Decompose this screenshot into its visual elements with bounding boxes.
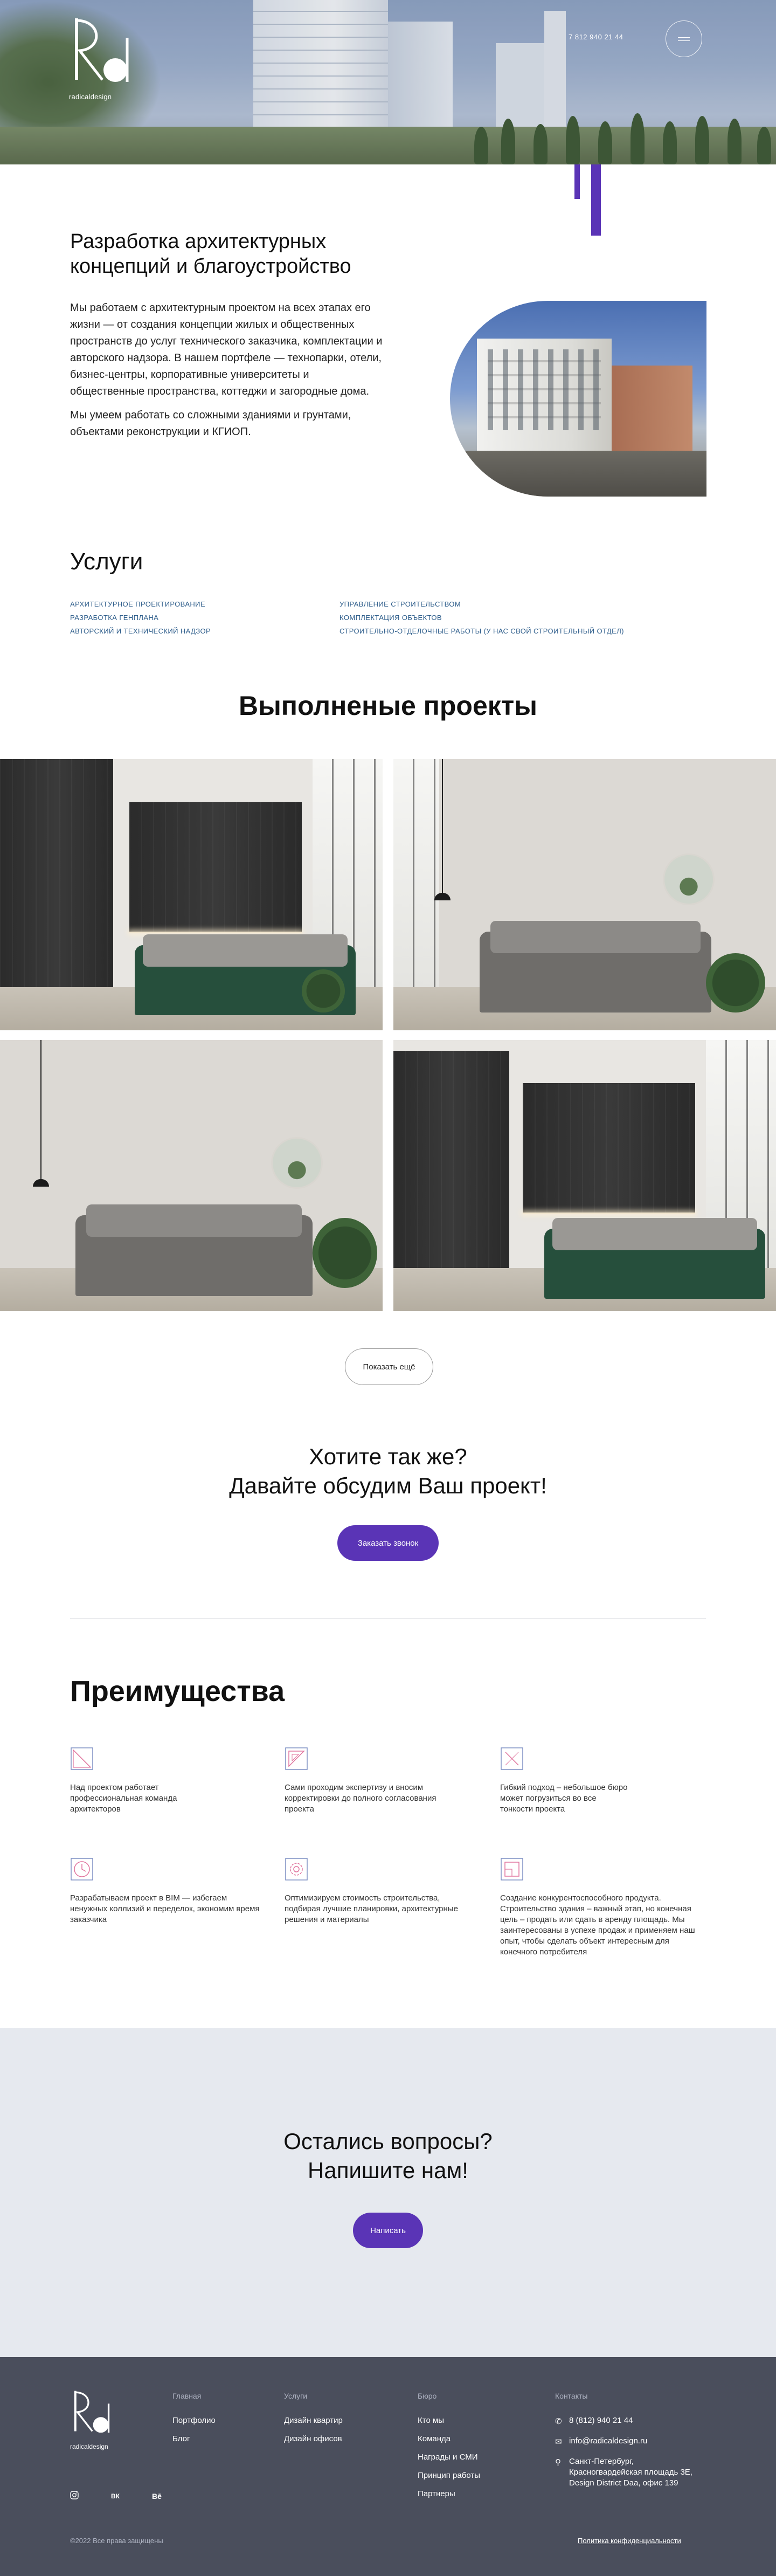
- privacy-link[interactable]: Политика конфиденциальности: [578, 2537, 681, 2545]
- footer-col-head[interactable]: Услуги: [284, 2392, 343, 2400]
- footer-link[interactable]: Дизайн квартир: [284, 2415, 343, 2426]
- instagram-icon[interactable]: [70, 2491, 79, 2501]
- mail-icon: ✉: [555, 2437, 562, 2447]
- accent-bar-small: [574, 164, 580, 199]
- questions-title: Остались вопросы? Напишите нам!: [0, 2127, 776, 2185]
- plan-icon: [500, 1857, 524, 1881]
- advantage-text: Сами проходим экспертизу и вносим коррек…: [285, 1783, 436, 1814]
- about-title-line1: Разработка архитектурных: [70, 230, 327, 253]
- services-title: Услуги: [70, 548, 143, 575]
- advantage-item: Создание конкурентоспособного продукта. …: [500, 1857, 695, 1958]
- footer-link[interactable]: Дизайн офисов: [284, 2434, 343, 2444]
- project-image[interactable]: [393, 759, 776, 1030]
- advantage-item: Над проектом работает профессиональная к…: [70, 1747, 253, 1815]
- pencil-ruler-icon: [500, 1747, 524, 1771]
- section-divider: [70, 1618, 706, 1619]
- advantages-title: Преимущества: [70, 1675, 285, 1707]
- footer-col-bureau: Бюро Кто мы Команда Награды и СМИ Принци…: [418, 2392, 480, 2507]
- footer-col-contacts: Контакты ✆ 8 (812) 940 21 44 ✉ info@radi…: [555, 2392, 711, 2497]
- advantage-text: Разрабатываем проект в BIM — избегаем не…: [70, 1893, 260, 1924]
- footer-col-head[interactable]: Бюро: [418, 2392, 480, 2400]
- show-more-button[interactable]: Показать ещё: [345, 1348, 433, 1385]
- footer: radicaldesign Главная Портфолио Блог Усл…: [0, 2357, 776, 2576]
- questions-title-line2: Напишите нам!: [308, 2158, 468, 2183]
- advantage-text: Создание конкурентоспособного продукта. …: [500, 1893, 695, 1957]
- site-logo[interactable]: radicaldesign: [69, 16, 134, 101]
- footer-link[interactable]: Портфолио: [172, 2415, 216, 2426]
- hero-banner: radicaldesign 7 812 940 21 44: [0, 0, 776, 164]
- clock-icon: [70, 1857, 94, 1881]
- footer-link[interactable]: Партнеры: [418, 2489, 480, 2499]
- menu-icon-line: [678, 37, 690, 38]
- about-title-line2: концепций и благоустройство: [70, 255, 351, 278]
- header-phone[interactable]: 7 812 940 21 44: [569, 33, 623, 41]
- cta-title-line2: Давайте обсудим Ваш проект!: [229, 1473, 547, 1498]
- footer-col-services: Услуги Дизайн квартир Дизайн офисов: [284, 2392, 343, 2452]
- about-text: Мы работаем с архитектурным проектом на …: [70, 300, 385, 440]
- service-link[interactable]: Управление строительством: [340, 600, 461, 608]
- about-building-image: [450, 301, 706, 497]
- cta-title: Хотите так же? Давайте обсудим Ваш проек…: [0, 1442, 776, 1500]
- advantage-item: Разрабатываем проект в BIM — избегаем не…: [70, 1857, 260, 1925]
- copyright: ©2022 Все права защищены: [70, 2537, 163, 2545]
- vk-icon[interactable]: ВК: [111, 2492, 120, 2500]
- footer-link[interactable]: Блог: [172, 2434, 216, 2444]
- menu-button[interactable]: [666, 20, 702, 57]
- ruler-icon: [70, 1747, 94, 1771]
- footer-logo[interactable]: radicaldesign: [70, 2389, 113, 2450]
- write-us-button[interactable]: Написать: [353, 2213, 423, 2248]
- about-paragraph: Мы умеем работать со сложными зданиями и…: [70, 409, 351, 438]
- footer-logo-text: radicaldesign: [70, 2443, 108, 2450]
- logo-mark-icon: [74, 2391, 110, 2433]
- menu-icon-line: [678, 40, 690, 41]
- service-link[interactable]: Строительно-отделочные работы (у нас сво…: [340, 627, 624, 635]
- footer-email-text: info@radicaldesign.ru: [569, 2436, 648, 2446]
- order-call-button[interactable]: Заказать звонок: [337, 1525, 439, 1561]
- logo-text: radicaldesign: [69, 93, 112, 101]
- questions-title-line1: Остались вопросы?: [283, 2129, 493, 2154]
- advantage-text: Оптимизируем стоимость строительства, по…: [285, 1893, 458, 1924]
- footer-phone-text: 8 (812) 940 21 44: [569, 2416, 633, 2425]
- logo-mark-icon: [75, 18, 129, 82]
- behance-icon[interactable]: Bē: [152, 2492, 162, 2501]
- accent-bar-large: [591, 164, 601, 236]
- footer-email[interactable]: ✉ info@radicaldesign.ru: [555, 2436, 711, 2448]
- service-link[interactable]: Авторский и технический надзор: [70, 627, 211, 635]
- footer-col-head: Контакты: [555, 2392, 588, 2400]
- phone-icon: ✆: [555, 2417, 562, 2426]
- footer-link[interactable]: Кто мы: [418, 2415, 480, 2426]
- footer-address: ⚲ Санкт-Петербург, Красногвардейская пло…: [555, 2456, 711, 2489]
- location-pin-icon: ⚲: [555, 2458, 561, 2467]
- service-link[interactable]: Комплектация объектов: [340, 614, 442, 622]
- footer-link[interactable]: Принцип работы: [418, 2470, 480, 2481]
- projects-title: Выполненые проекты: [239, 691, 537, 721]
- footer-phone[interactable]: ✆ 8 (812) 940 21 44: [555, 2415, 711, 2427]
- footer-link[interactable]: Команда: [418, 2434, 480, 2444]
- service-link[interactable]: Разработка генплана: [70, 614, 158, 622]
- service-link[interactable]: Архитектурное проектирование: [70, 600, 205, 608]
- page: radicaldesign 7 812 940 21 44 Разработка…: [0, 0, 776, 2576]
- project-image[interactable]: [0, 1040, 383, 1311]
- about-paragraph: Мы работаем с архитектурным проектом на …: [70, 302, 383, 397]
- advantage-item: Оптимизируем стоимость строительства, по…: [285, 1857, 468, 1925]
- project-image[interactable]: [0, 759, 383, 1030]
- questions-section: [0, 2028, 776, 2357]
- footer-link[interactable]: Награды и СМИ: [418, 2452, 480, 2463]
- social-links: ВК Bē: [70, 2491, 162, 2501]
- about-title: Разработка архитектурных концепций и бла…: [70, 229, 458, 279]
- triangle-ruler-icon: [285, 1747, 308, 1771]
- advantage-item: Сами проходим экспертизу и вносим коррек…: [285, 1747, 468, 1815]
- gear-icon: [285, 1857, 308, 1881]
- advantage-text: Гибкий подход – небольшое бюро может пог…: [500, 1783, 628, 1814]
- footer-address-text: Санкт-Петербург, Красногвардейская площа…: [569, 2457, 692, 2488]
- advantage-item: Гибкий подход – небольшое бюро может пог…: [500, 1747, 683, 1815]
- footer-col-main: Главная Портфолио Блог: [172, 2392, 216, 2452]
- cta-title-line1: Хотите так же?: [309, 1444, 467, 1469]
- footer-col-head[interactable]: Главная: [172, 2392, 216, 2400]
- project-image[interactable]: [393, 1040, 776, 1311]
- advantage-text: Над проектом работает профессиональная к…: [70, 1783, 177, 1814]
